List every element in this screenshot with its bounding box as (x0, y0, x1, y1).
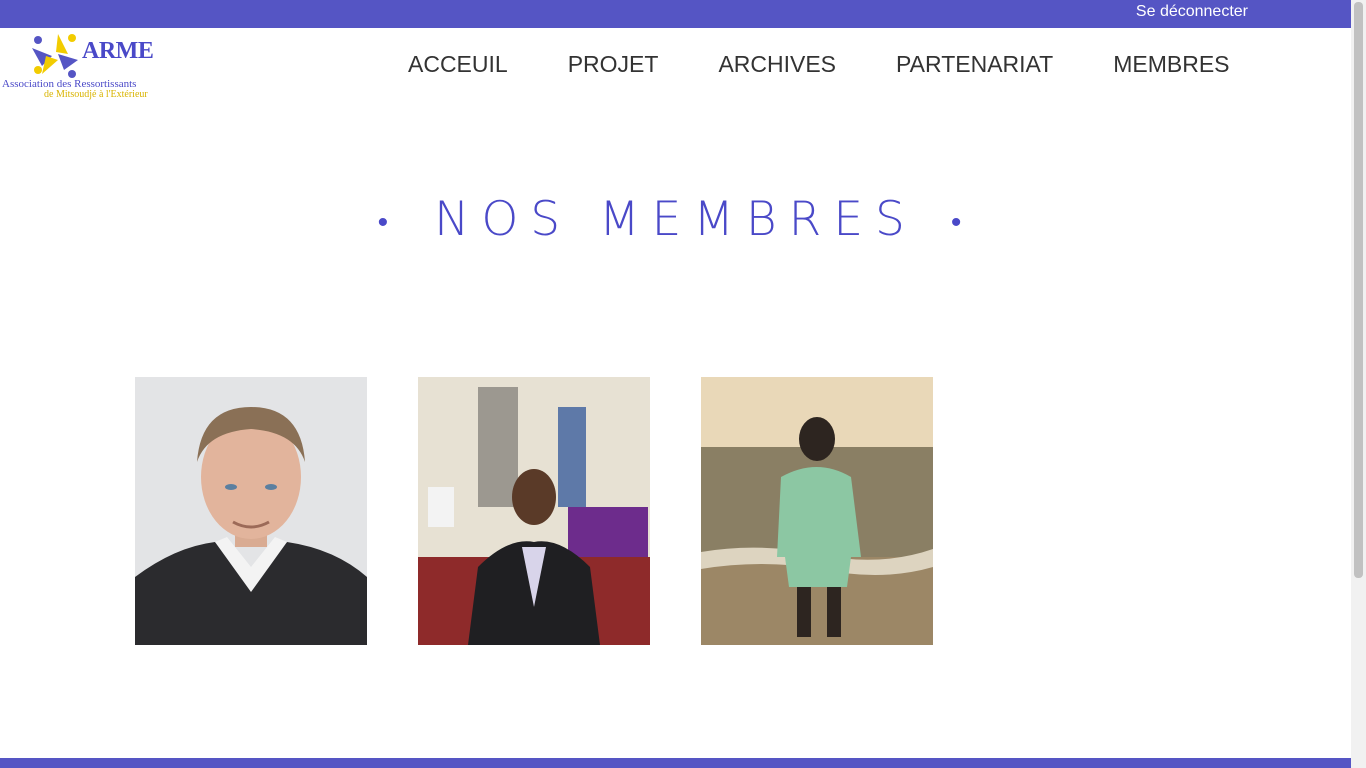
member-card[interactable] (135, 377, 367, 645)
page-title-text: NOS MEMBRES (434, 192, 917, 247)
main-nav: ACCEUIL PROJET ARCHIVES PARTENARIAT MEMB… (408, 50, 1230, 78)
site-logo[interactable]: ARME Association des Ressortissants de M… (0, 28, 165, 103)
title-dot-right: • (950, 205, 974, 240)
top-bar: Se déconnecter (0, 0, 1351, 28)
logo-tagline-line2: de Mitsoudjé à l'Extérieur (44, 89, 148, 100)
member-card[interactable] (418, 377, 650, 645)
title-dot-left: • (377, 205, 401, 240)
nav-item-partenariat[interactable]: PARTENARIAT (896, 50, 1053, 78)
scrollbar-thumb[interactable] (1354, 2, 1363, 578)
logo-emblem-icon (32, 34, 78, 78)
nav-item-projet[interactable]: PROJET (568, 50, 659, 78)
members-grid (135, 377, 933, 645)
logo-name: ARME (82, 38, 154, 64)
nav-item-membres[interactable]: MEMBRES (1113, 50, 1229, 78)
member-photo-3 (701, 377, 933, 645)
page-title: • NOS MEMBRES • (0, 192, 1351, 247)
logout-link[interactable]: Se déconnecter (1136, 3, 1248, 21)
nav-item-acceuil[interactable]: ACCEUIL (408, 50, 508, 78)
page-scrollbar[interactable] (1351, 0, 1366, 768)
member-photo-1 (135, 377, 367, 645)
member-photo-2 (418, 377, 650, 645)
member-card[interactable] (701, 377, 933, 645)
footer-bar (0, 758, 1351, 768)
nav-item-archives[interactable]: ARCHIVES (718, 50, 836, 78)
